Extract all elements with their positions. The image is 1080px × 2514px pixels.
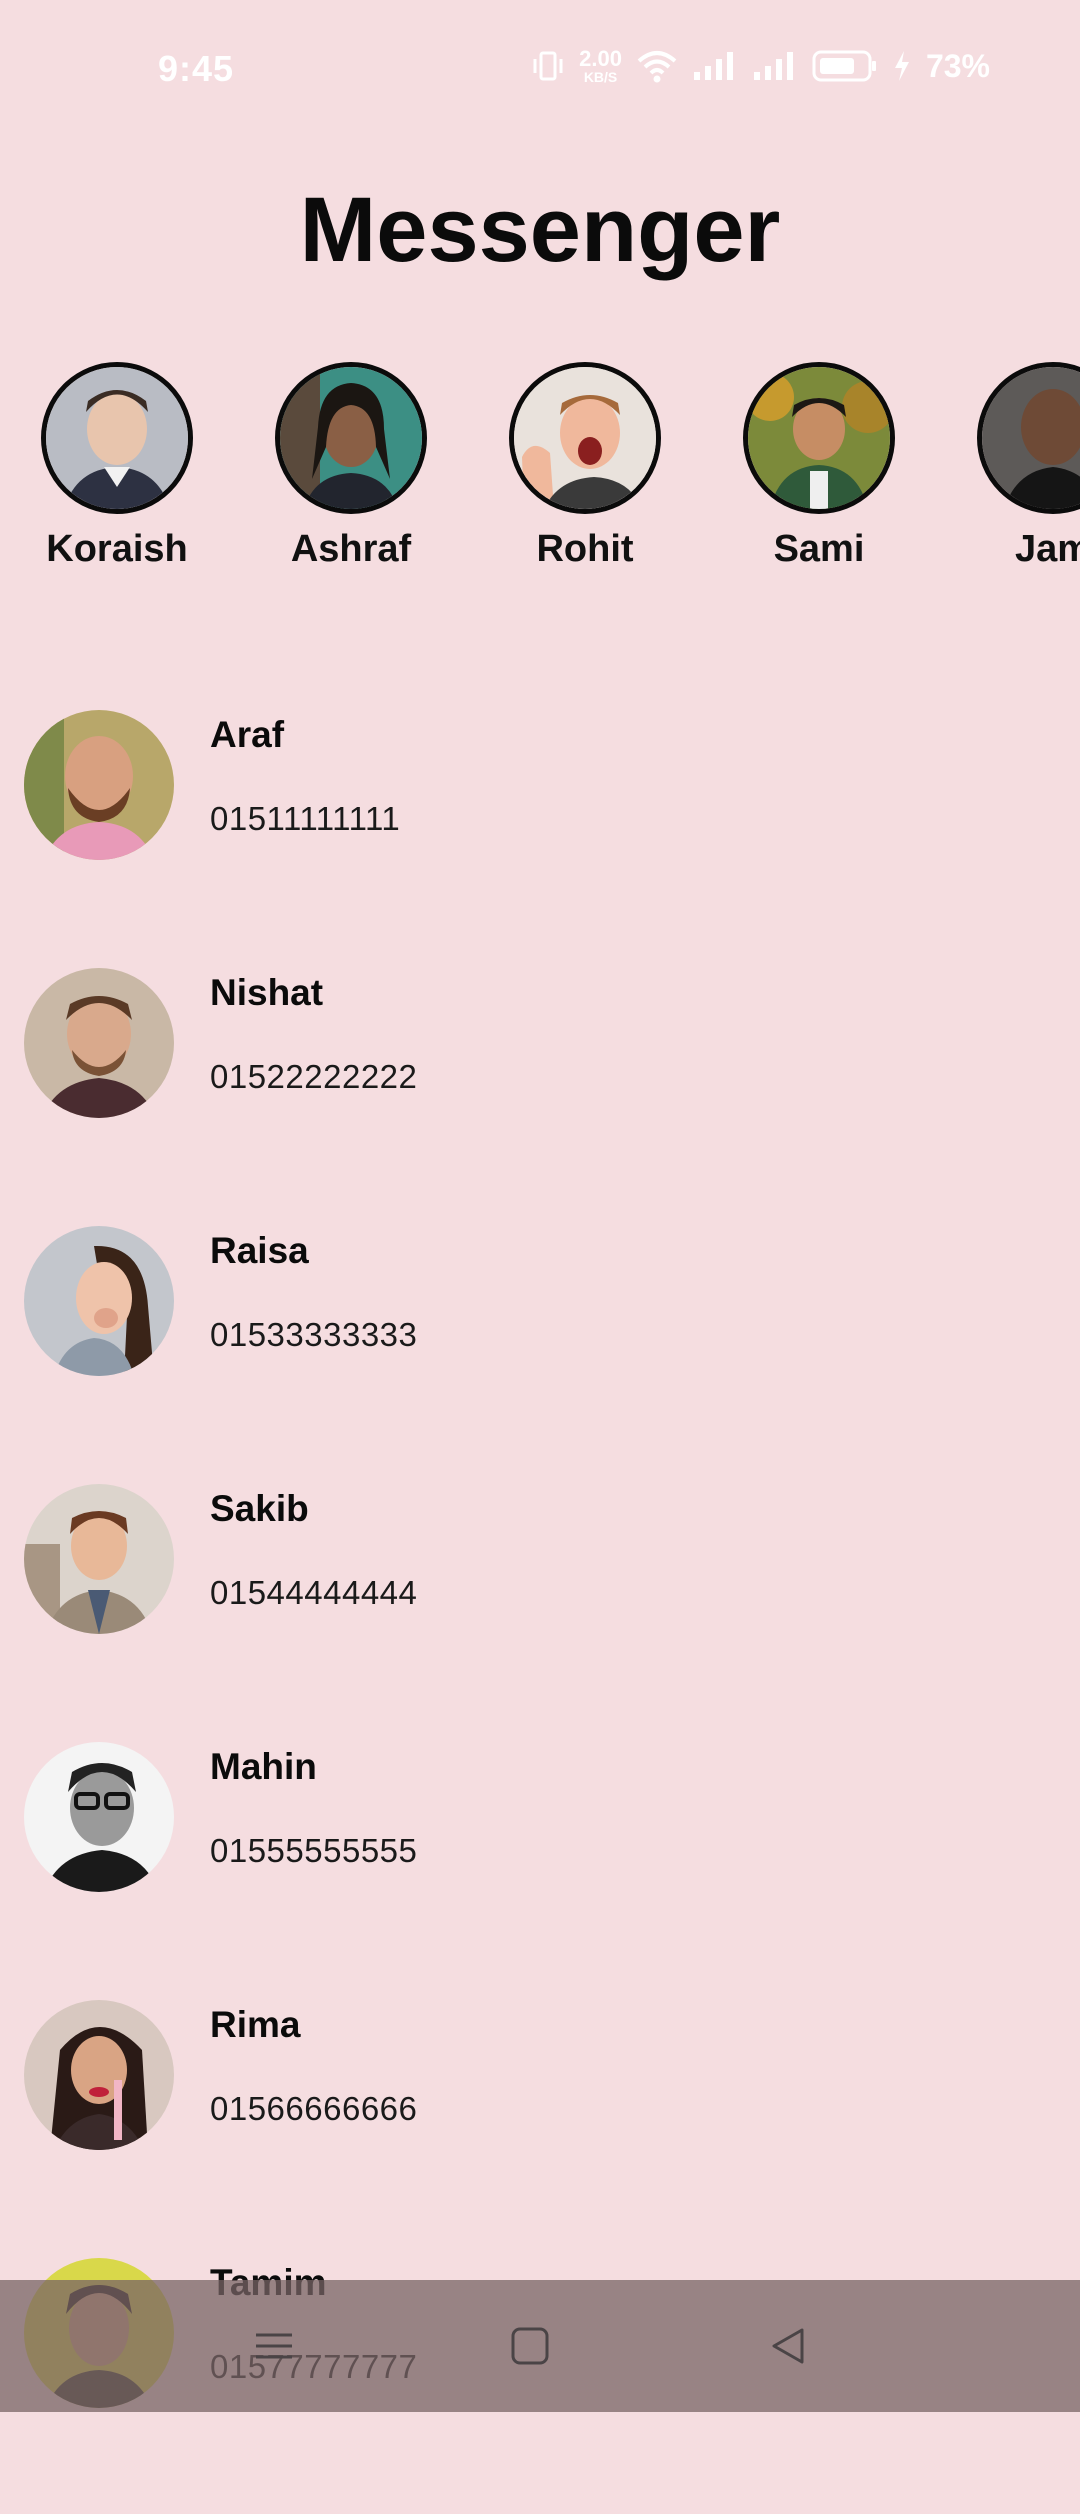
story-avatar[interactable] bbox=[743, 362, 895, 514]
back-button[interactable] bbox=[728, 2280, 848, 2412]
contact-name: Sakib bbox=[210, 1488, 309, 1529]
story-avatar[interactable] bbox=[977, 362, 1080, 514]
story-avatar[interactable] bbox=[275, 362, 427, 514]
contact-row[interactable]: Raisa 01533333333 bbox=[0, 1224, 1080, 1482]
contact-name: Nishat bbox=[210, 972, 324, 1013]
page-title: Messenger bbox=[299, 179, 781, 281]
story-item[interactable]: Sami bbox=[702, 362, 936, 571]
status-bar: 9:45 2.00 KB/S 73% bbox=[0, 0, 1080, 140]
charging-icon bbox=[892, 49, 912, 83]
avatar-image bbox=[280, 367, 422, 509]
network-speed: 2.00 KB/S bbox=[579, 46, 622, 85]
avatar-image bbox=[748, 367, 890, 509]
contact-name: Raisa bbox=[210, 1230, 309, 1271]
avatar-image bbox=[46, 367, 188, 509]
home-square-icon bbox=[511, 2327, 549, 2365]
contact-row[interactable]: Araf 01511111111 bbox=[0, 708, 1080, 966]
contact-avatar[interactable] bbox=[24, 1226, 174, 1376]
contact-avatar[interactable] bbox=[24, 1484, 174, 1634]
status-icons: 2.00 KB/S 73% bbox=[531, 44, 990, 88]
avatar-image bbox=[982, 367, 1080, 509]
network-speed-unit: KB/S bbox=[583, 69, 618, 85]
story-item[interactable]: Ashraf bbox=[234, 362, 468, 571]
avatar-image bbox=[24, 2000, 174, 2150]
contact-avatar[interactable] bbox=[24, 2000, 174, 2150]
avatar-image bbox=[24, 968, 174, 1118]
signal-icon bbox=[692, 50, 738, 82]
stories-row[interactable]: Koraish Ashraf Rohit Sami Jam bbox=[0, 362, 1080, 582]
avatar-image bbox=[24, 1742, 174, 1892]
navigation-bar bbox=[0, 2280, 1080, 2412]
wifi-icon bbox=[636, 49, 678, 83]
avatar-image bbox=[24, 710, 174, 860]
status-time: 9:45 bbox=[158, 48, 235, 89]
contact-phone: 01566666666 bbox=[210, 2090, 418, 2127]
avatar-image bbox=[514, 367, 656, 509]
story-name: Rohit bbox=[536, 528, 634, 570]
story-avatar[interactable] bbox=[41, 362, 193, 514]
avatar-image bbox=[24, 1484, 174, 1634]
signal-icon bbox=[752, 50, 798, 82]
contact-phone: 01555555555 bbox=[210, 1832, 418, 1869]
story-item[interactable]: Jam bbox=[936, 362, 1080, 571]
contact-phone: 01511111111 bbox=[210, 800, 401, 837]
battery-percent: 73% bbox=[925, 47, 990, 84]
menu-button[interactable] bbox=[214, 2280, 334, 2412]
story-name: Koraish bbox=[46, 528, 188, 570]
contact-row[interactable]: Sakib 01544444444 bbox=[0, 1482, 1080, 1740]
contact-phone: 01544444444 bbox=[210, 1574, 418, 1611]
story-item[interactable]: Koraish bbox=[0, 362, 234, 571]
contact-row[interactable]: Rima 01566666666 bbox=[0, 1998, 1080, 2256]
story-avatar[interactable] bbox=[509, 362, 661, 514]
contact-phone: 01533333333 bbox=[210, 1316, 418, 1353]
avatar-image bbox=[24, 1226, 174, 1376]
contact-row[interactable]: Nishat 01522222222 bbox=[0, 966, 1080, 1224]
story-name: Jam bbox=[1014, 528, 1080, 570]
vibrate-icon bbox=[531, 50, 565, 82]
contact-name: Araf bbox=[210, 714, 285, 755]
contact-avatar[interactable] bbox=[24, 968, 174, 1118]
home-button[interactable] bbox=[470, 2280, 590, 2412]
back-triangle-icon bbox=[772, 2328, 804, 2364]
story-item[interactable]: Rohit bbox=[468, 362, 702, 571]
battery-icon bbox=[812, 49, 878, 83]
story-name: Sami bbox=[773, 528, 865, 570]
story-name: Ashraf bbox=[290, 528, 412, 570]
contact-avatar[interactable] bbox=[24, 1742, 174, 1892]
contact-name: Rima bbox=[210, 2004, 301, 2045]
contact-row[interactable]: Mahin 01555555555 bbox=[0, 1740, 1080, 1998]
contact-name: Mahin bbox=[210, 1746, 317, 1787]
contact-avatar[interactable] bbox=[24, 710, 174, 860]
menu-icon bbox=[256, 2333, 292, 2359]
network-speed-value: 2.00 bbox=[579, 46, 622, 71]
contact-phone: 01522222222 bbox=[210, 1058, 418, 1095]
